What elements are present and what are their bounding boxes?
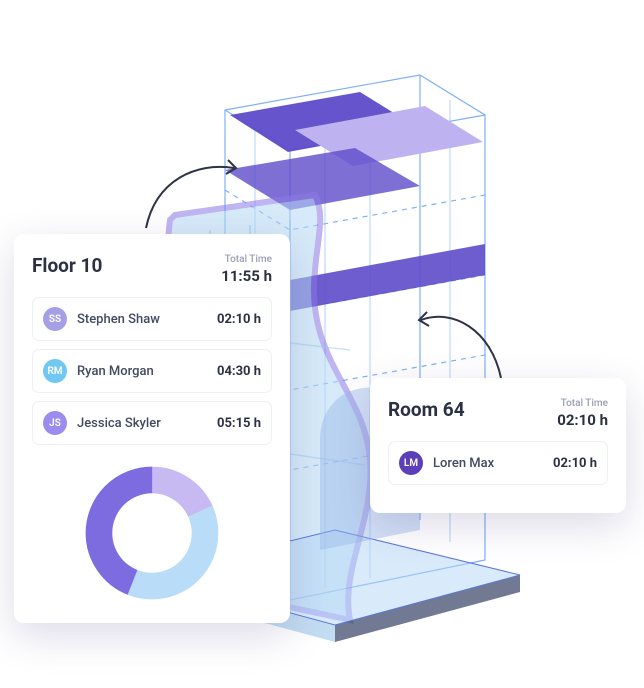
avatar: SS: [43, 307, 67, 331]
arrow-right-icon: [413, 300, 513, 390]
person-name: Stephen Shaw: [77, 312, 217, 327]
floor-card-header: Floor 10 Total Time 11:55 h: [32, 254, 272, 285]
avatar: LM: [399, 451, 423, 475]
floor-title: Floor 10: [32, 254, 102, 277]
room-card-header: Room 64 Total Time 02:10 h: [388, 398, 608, 429]
person-name: Jessica Skyler: [77, 416, 217, 431]
floor-total-label: Total Time: [221, 254, 272, 265]
room-people-list: LM Loren Max02:10 h: [388, 441, 608, 485]
person-name: Ryan Morgan: [77, 364, 217, 379]
room-card: Room 64 Total Time 02:10 h LMLoren Max02…: [370, 378, 626, 513]
person-row[interactable]: SS Stephen Shaw02:10 h: [32, 297, 272, 341]
person-name: Loren Max: [433, 456, 553, 471]
person-time: 04:30 h: [217, 364, 261, 379]
room-total-label: Total Time: [557, 398, 608, 409]
arrow-left-icon: [136, 150, 246, 240]
room-total-value: 02:10 h: [557, 411, 608, 429]
avatar: RM: [43, 359, 67, 383]
floor-people-list: SS Stephen Shaw02:10 h RM Ryan Morgan04:30 …: [32, 297, 272, 445]
person-row[interactable]: RM Ryan Morgan04:30 h: [32, 349, 272, 393]
room-total: Total Time 02:10 h: [557, 398, 608, 429]
person-time: 05:15 h: [217, 416, 261, 431]
person-row[interactable]: JS Jessica Skyler05:15 h: [32, 401, 272, 445]
donut-segment: [99, 480, 205, 586]
person-time: 02:10 h: [217, 312, 261, 327]
avatar: JS: [43, 411, 67, 435]
room-title: Room 64: [388, 398, 465, 421]
floor-card: Floor 10 Total Time 11:55 h SS Stephen Sh…: [14, 234, 290, 623]
person-row[interactable]: LM Loren Max02:10 h: [388, 441, 608, 485]
person-time: 02:10 h: [553, 456, 597, 471]
floor-donut-chart: [32, 463, 272, 603]
floor-total: Total Time 11:55 h: [221, 254, 272, 285]
floor-total-value: 11:55 h: [221, 267, 272, 285]
